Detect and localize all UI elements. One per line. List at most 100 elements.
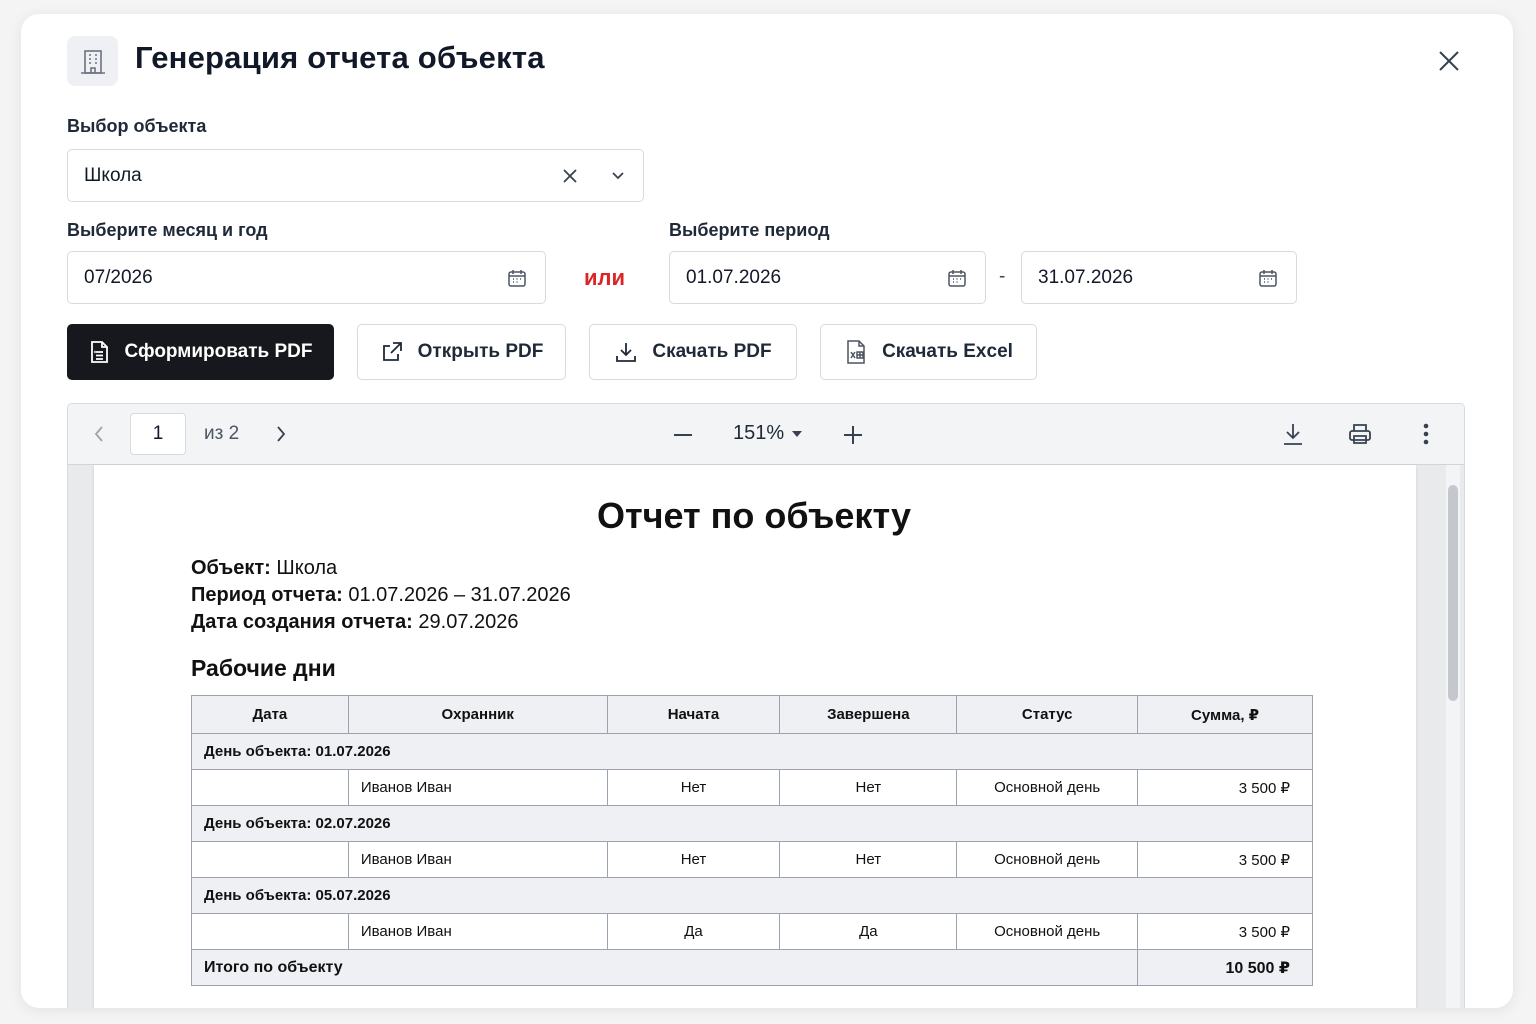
- period-from-value: 01.07.2026: [686, 266, 782, 288]
- group-title: День объекта: 05.07.2026: [191, 877, 1313, 914]
- caret-down-icon: [792, 430, 803, 437]
- download-icon: [616, 343, 637, 362]
- total-label: Итого по объекту: [190, 949, 1139, 986]
- calendar-icon[interactable]: [947, 268, 967, 288]
- cell-amount: 3 500 ₽: [1137, 769, 1313, 806]
- period-from-input[interactable]: 01.07.2026: [669, 251, 986, 304]
- download-excel-label: Скачать Excel: [882, 341, 1013, 362]
- external-link-icon: [382, 342, 402, 361]
- cell-status: Основной день: [956, 841, 1139, 878]
- cell-finished: Да: [779, 913, 958, 950]
- group-row: День объекта: 02.07.2026: [191, 805, 1313, 842]
- month-year-input[interactable]: 07/2026: [67, 251, 546, 304]
- period-to-value: 31.07.2026: [1038, 266, 1134, 288]
- object-select-value: Школа: [84, 164, 142, 186]
- column-header: Начата: [606, 695, 781, 734]
- building-icon: [67, 36, 118, 86]
- excel-file-icon: [847, 340, 865, 364]
- report-object: Объект: Школа: [191, 557, 338, 579]
- chevron-right-icon: [277, 426, 286, 442]
- plus-icon: [844, 426, 862, 444]
- viewer-download-button[interactable]: [1280, 421, 1306, 447]
- more-options-button[interactable]: [1416, 421, 1436, 447]
- calendar-icon[interactable]: [1258, 268, 1278, 288]
- zoom-out-button[interactable]: [671, 423, 695, 447]
- group-title: День объекта: 02.07.2026: [191, 805, 1313, 842]
- report-dialog: Генерация отчета объекта Выбор объекта Ш…: [21, 14, 1513, 1008]
- cell-amount: 3 500 ₽: [1137, 913, 1313, 950]
- page-count: из 2: [204, 423, 240, 444]
- report-title: Отчет по объекту: [596, 495, 912, 536]
- or-separator: или: [584, 265, 626, 290]
- cell-started: Да: [606, 913, 781, 950]
- download-pdf-label: Скачать PDF: [652, 341, 772, 362]
- open-pdf-label: Открыть PDF: [417, 341, 544, 362]
- cell-date: [191, 913, 349, 950]
- report-created-date: Дата создания отчета: 29.07.2026: [191, 611, 519, 633]
- pdf-toolbar: 1 из 2 151%: [68, 404, 1464, 465]
- cell-status: Основной день: [956, 913, 1139, 950]
- group-row: День объекта: 01.07.2026: [191, 733, 1313, 770]
- report-period: Период отчета: 01.07.2026 – 31.07.2026: [191, 584, 571, 606]
- zoom-select[interactable]: 151%: [733, 422, 803, 445]
- cell-amount: 3 500 ₽: [1137, 841, 1313, 878]
- period-label: Выберите период: [669, 220, 830, 240]
- pdf-scrollbar[interactable]: [1446, 465, 1460, 1008]
- cell-guard: Иванов Иван: [347, 841, 608, 878]
- period-dash: -: [999, 266, 1006, 287]
- calendar-icon[interactable]: [507, 268, 527, 288]
- column-header: Сумма, ₽: [1137, 695, 1313, 734]
- download-pdf-button[interactable]: Скачать PDF: [589, 324, 797, 380]
- chevron-down-icon[interactable]: [607, 171, 629, 181]
- clear-icon[interactable]: [559, 168, 581, 183]
- section-title: Рабочие дни: [191, 655, 336, 681]
- column-header: Охранник: [347, 695, 608, 734]
- cell-guard: Иванов Иван: [347, 769, 608, 806]
- open-pdf-button[interactable]: Открыть PDF: [357, 324, 566, 380]
- table-row: Иванов Иван Нет Нет Основной день 3 500 …: [191, 769, 1313, 806]
- table-row: Иванов Иван Да Да Основной день 3 500 ₽: [191, 913, 1313, 950]
- cell-status: Основной день: [956, 769, 1139, 806]
- close-button[interactable]: [1434, 46, 1464, 76]
- column-header: Завершена: [779, 695, 958, 734]
- cell-guard: Иванов Иван: [347, 913, 608, 950]
- cell-finished: Нет: [779, 841, 958, 878]
- pdf-page: Отчет по объекту Объект: Школа Период от…: [94, 465, 1416, 1008]
- group-row: День объекта: 05.07.2026: [191, 877, 1313, 914]
- total-row: Итого по объекту 10 500 ₽: [190, 949, 1313, 986]
- cell-started: Нет: [606, 841, 781, 878]
- column-header: Дата: [191, 695, 349, 734]
- chevron-left-icon: [94, 426, 103, 442]
- more-vertical-icon: [1423, 423, 1429, 445]
- zoom-in-button[interactable]: [841, 423, 865, 447]
- month-year-label: Выберите месяц и год: [67, 220, 268, 240]
- generate-pdf-button[interactable]: Сформировать PDF: [67, 324, 334, 380]
- prev-page-button[interactable]: [88, 423, 110, 445]
- dialog-title: Генерация отчета объекта: [135, 40, 545, 75]
- cell-started: Нет: [606, 769, 781, 806]
- object-select[interactable]: Школа: [67, 149, 644, 202]
- total-value: 10 500 ₽: [1137, 949, 1313, 986]
- period-to-input[interactable]: 31.07.2026: [1021, 251, 1297, 304]
- download-icon: [1284, 424, 1302, 445]
- pdf-document-area: Отчет по объекту Объект: Школа Период от…: [68, 465, 1464, 1008]
- table-row: Иванов Иван Нет Нет Основной день 3 500 …: [191, 841, 1313, 878]
- cell-date: [191, 841, 349, 878]
- close-icon: [1439, 51, 1459, 71]
- minus-icon: [674, 434, 692, 436]
- zoom-value: 151%: [733, 422, 785, 444]
- download-excel-button[interactable]: Скачать Excel: [820, 324, 1037, 380]
- page-number-input[interactable]: 1: [130, 413, 186, 455]
- scrollbar-thumb[interactable]: [1448, 485, 1458, 701]
- month-year-value: 07/2026: [84, 266, 153, 288]
- pdf-viewer: 1 из 2 151% Отчет по объекту Объект: Шко…: [67, 403, 1465, 1008]
- object-select-label: Выбор объекта: [67, 116, 207, 136]
- next-page-button[interactable]: [270, 423, 292, 445]
- generate-pdf-label: Сформировать PDF: [124, 341, 313, 362]
- print-button[interactable]: [1347, 421, 1373, 447]
- column-header: Статус: [956, 695, 1139, 734]
- printer-icon: [1349, 424, 1371, 444]
- group-title: День объекта: 01.07.2026: [191, 733, 1313, 770]
- work-days-table: Дата Охранник Начата Завершена Статус Су…: [190, 695, 1313, 986]
- cell-finished: Нет: [779, 769, 958, 806]
